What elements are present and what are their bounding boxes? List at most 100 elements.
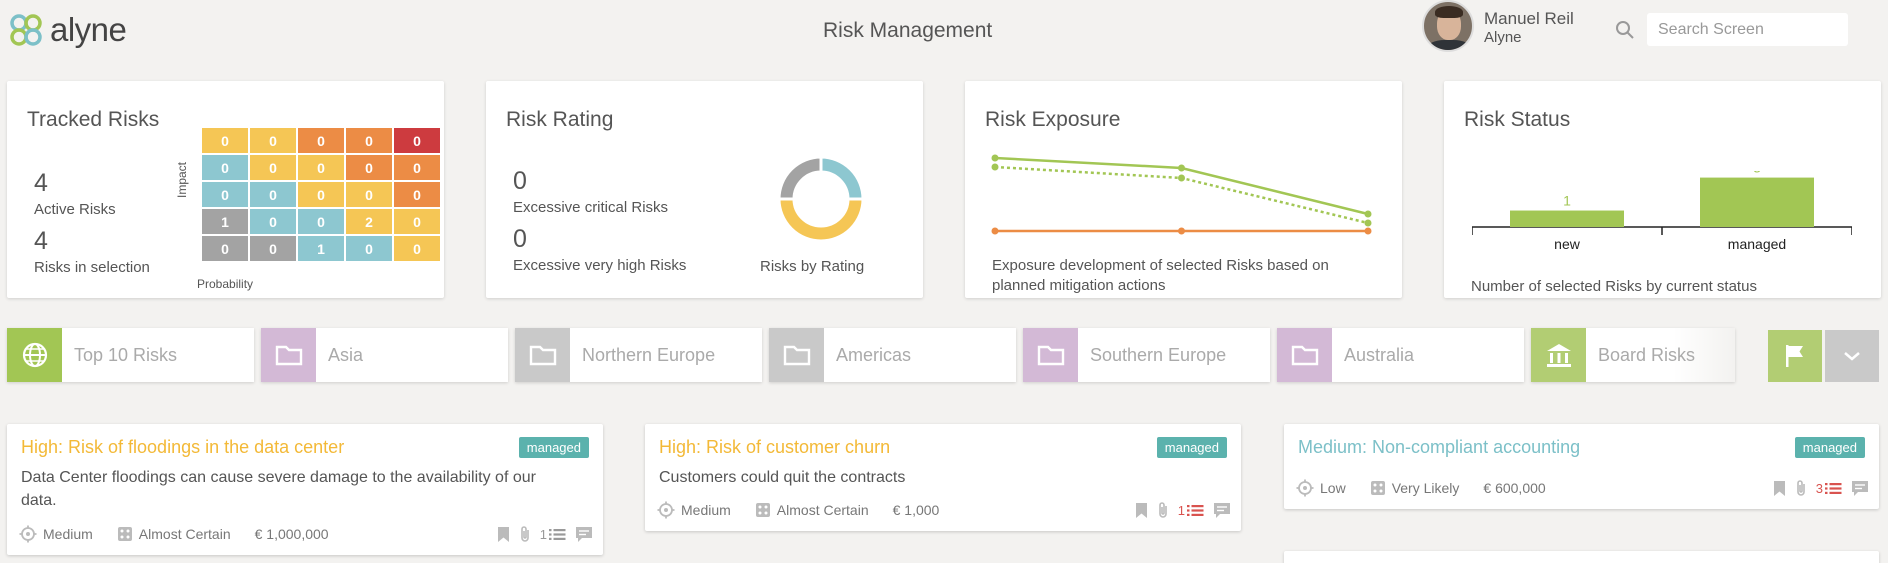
dice-icon: [755, 503, 770, 517]
risk-title[interactable]: High: Risk of customer churn: [659, 437, 890, 458]
risk-exposure-card[interactable]: Risk Exposure Exposure development of se…: [965, 81, 1402, 298]
expand-folders-button[interactable]: [1825, 330, 1879, 382]
tracked-risks-card[interactable]: Tracked Risks 4 Active Risks 4 Risks in …: [7, 81, 444, 298]
search-icon[interactable]: [1615, 20, 1635, 40]
folder-northern-europe[interactable]: Northern Europe: [515, 328, 762, 382]
attachment-icon[interactable]: [1157, 501, 1169, 520]
avatar[interactable]: [1422, 0, 1474, 52]
user-name[interactable]: Manuel Reil: [1484, 9, 1574, 29]
user-org: Alyne: [1484, 29, 1522, 46]
heatmap-cell[interactable]: 1: [298, 236, 344, 261]
impact-axis-label: Impact: [175, 161, 189, 198]
status-bar-chart: 1 new 3 managed: [1472, 171, 1852, 252]
heatmap-cell[interactable]: 2: [346, 209, 392, 234]
probability-axis-label: Probability: [197, 277, 254, 291]
heatmap-cell[interactable]: 1: [202, 209, 248, 234]
exposure-point[interactable]: [1364, 227, 1372, 235]
exposure-point[interactable]: [991, 227, 999, 235]
heatmap-cell[interactable]: 0: [298, 155, 344, 180]
bookmark-icon[interactable]: [1773, 480, 1786, 497]
status-bar[interactable]: [1510, 210, 1624, 227]
heatmap-cell[interactable]: 0: [394, 182, 440, 207]
flag-button[interactable]: [1768, 330, 1822, 382]
heatmap-cell[interactable]: 0: [346, 236, 392, 261]
heatmap-cell[interactable]: 0: [394, 236, 440, 261]
task-indicator[interactable]: 3: [1816, 481, 1842, 496]
folder-label: Australia: [1344, 344, 1415, 365]
comment-icon[interactable]: [575, 526, 593, 543]
comment-icon[interactable]: [1213, 502, 1231, 519]
folder-icon: [1023, 328, 1078, 382]
dice-icon: [1370, 481, 1385, 495]
exposure-point[interactable]: [1178, 174, 1185, 182]
exposure-point[interactable]: [991, 154, 999, 162]
folder-icon: [261, 328, 316, 382]
heatmap-cell[interactable]: 0: [298, 128, 344, 153]
risk-title[interactable]: High: Risk of floodings in the data cent…: [21, 437, 344, 458]
risk-description: Data Center floodings can cause severe d…: [21, 469, 536, 509]
risk-probability: Almost Certain: [138, 526, 231, 542]
bookmark-icon[interactable]: [1135, 502, 1148, 519]
heatmap-cell[interactable]: 0: [346, 182, 392, 207]
risk-card[interactable]: High: Risk of customer churn managed Cus…: [645, 424, 1241, 531]
folder-southern-europe[interactable]: Southern Europe: [1023, 328, 1270, 382]
heatmap-cell[interactable]: 0: [298, 209, 344, 234]
page-title: Risk Management: [823, 19, 993, 42]
attachment-icon[interactable]: [519, 525, 531, 544]
heatmap-cell[interactable]: 0: [346, 155, 392, 180]
alyne-logo-icon: [10, 14, 42, 46]
exposure-point[interactable]: [1364, 210, 1372, 218]
risk-actions: 3: [1773, 479, 1869, 498]
exposure-point[interactable]: [1178, 164, 1185, 172]
heatmap-cell[interactable]: 0: [202, 182, 248, 207]
folder-top-10-risks[interactable]: Top 10 Risks: [7, 328, 254, 382]
donut-slice[interactable]: [819, 155, 865, 201]
task-indicator[interactable]: 1: [540, 527, 566, 542]
folder-asia[interactable]: Asia: [261, 328, 508, 382]
heatmap-cell[interactable]: 0: [250, 209, 296, 234]
heatmap-cell[interactable]: 0: [202, 128, 248, 153]
search-input[interactable]: [1647, 13, 1848, 46]
risk-actions: 1: [497, 525, 593, 544]
alyne-logo[interactable]: alyne: [6, 10, 127, 50]
risk-card-partial[interactable]: [1284, 551, 1879, 563]
task-count: 1: [539, 527, 547, 542]
risk-value: € 1,000,000: [254, 526, 329, 542]
heatmap-cell[interactable]: 0: [250, 155, 296, 180]
heatmap-cell[interactable]: 0: [202, 155, 248, 180]
heatmap-cell[interactable]: 0: [394, 128, 440, 153]
bar-value-label: 3: [1753, 171, 1761, 176]
tracked-risks-title: Tracked Risks: [27, 108, 160, 131]
risk-card[interactable]: Medium: Non-compliant accounting managed…: [1284, 424, 1879, 509]
attachment-icon[interactable]: [1795, 479, 1807, 498]
heatmap-cell[interactable]: 0: [394, 155, 440, 180]
critical-risks-count: 0: [513, 167, 527, 195]
donut-slice[interactable]: [777, 197, 865, 243]
active-risks-label: Active Risks: [34, 201, 116, 218]
heatmap-cell[interactable]: 0: [298, 182, 344, 207]
heatmap-cell[interactable]: 0: [250, 182, 296, 207]
exposure-point[interactable]: [991, 163, 999, 171]
folder-australia[interactable]: Australia: [1277, 328, 1524, 382]
veryhigh-risks-label: Excessive very high Risks: [513, 257, 687, 274]
exposure-line-chart: [991, 154, 1372, 235]
status-bar[interactable]: [1700, 177, 1814, 227]
risk-card[interactable]: High: Risk of floodings in the data cent…: [7, 424, 603, 555]
risk-rating-card[interactable]: Risk Rating 0 Excessive critical Risks 0…: [486, 81, 923, 298]
folder-americas[interactable]: Americas: [769, 328, 1016, 382]
heatmap-cell[interactable]: 0: [202, 236, 248, 261]
task-indicator[interactable]: 1: [1178, 503, 1204, 518]
folder-board-risks[interactable]: Board Risks: [1531, 328, 1735, 382]
donut-slice[interactable]: [777, 155, 823, 201]
heatmap-cell[interactable]: 0: [250, 128, 296, 153]
comment-icon[interactable]: [1851, 480, 1869, 497]
heatmap-cell[interactable]: 0: [346, 128, 392, 153]
heatmap-cell[interactable]: 0: [394, 209, 440, 234]
heatmap-cell[interactable]: 0: [250, 236, 296, 261]
task-list-icon: [1187, 505, 1204, 516]
risk-status-card[interactable]: Risk Status 1 new 3 managed Number of selec…: [1444, 81, 1881, 298]
exposure-point[interactable]: [1364, 219, 1372, 227]
risk-title[interactable]: Medium: Non-compliant accounting: [1298, 437, 1580, 458]
exposure-point[interactable]: [1178, 227, 1185, 235]
bookmark-icon[interactable]: [497, 526, 510, 543]
